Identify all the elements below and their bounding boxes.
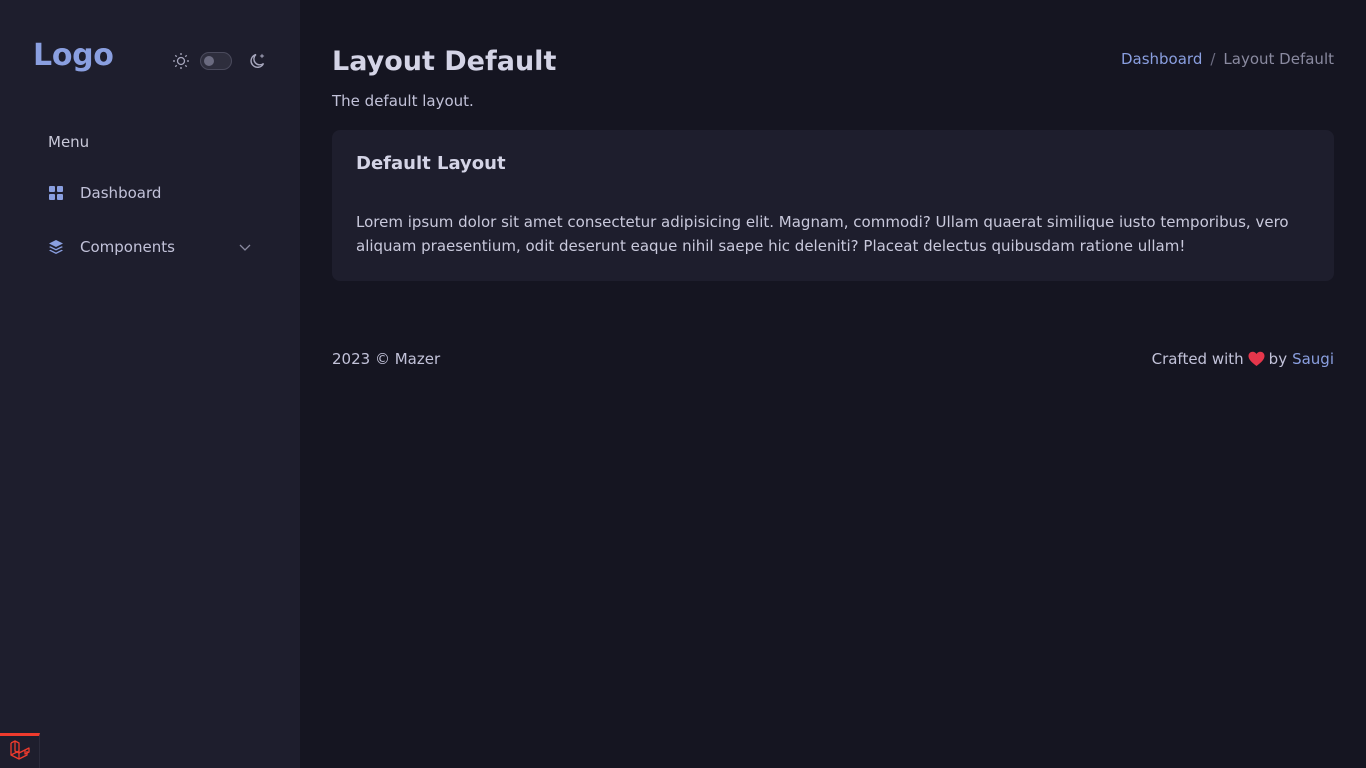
footer-copyright: 2023 © Mazer <box>332 350 441 368</box>
breadcrumb: Dashboard / Layout Default <box>1121 50 1334 68</box>
dark-mode-switch[interactable] <box>200 52 232 70</box>
switch-knob <box>204 56 214 66</box>
page-title: Layout Default <box>332 46 557 77</box>
breadcrumb-link-dashboard[interactable]: Dashboard <box>1121 50 1202 68</box>
chevron-down-icon <box>238 240 252 254</box>
moon-icon <box>248 51 268 71</box>
card-title: Default Layout <box>356 153 506 174</box>
footer-by-text: by <box>1268 350 1288 368</box>
sidebar-item-label: Components <box>80 238 175 256</box>
app-root: Logo Menu Dashboard Components Layout De… <box>0 0 1366 768</box>
grid-icon <box>48 185 64 201</box>
menu-title: Menu <box>48 133 90 151</box>
laravel-icon <box>9 739 31 765</box>
author-link[interactable]: Saugi <box>1292 350 1334 368</box>
sidebar-item-components[interactable]: Components <box>48 238 252 256</box>
theme-toggle <box>171 50 268 72</box>
card-body: Lorem ipsum dolor sit amet consectetur a… <box>356 213 1289 255</box>
heart-icon <box>1248 351 1265 367</box>
stack-icon <box>48 239 64 255</box>
page-subtitle: The default layout. <box>332 92 474 110</box>
footer-crafted-text: Crafted with <box>1151 350 1244 368</box>
sidebar-item-label: Dashboard <box>80 184 162 202</box>
card: Default Layout Lorem ipsum dolor sit ame… <box>332 130 1334 281</box>
logo[interactable]: Logo <box>33 38 114 73</box>
sidebar: Logo Menu Dashboard Components <box>0 0 300 768</box>
breadcrumb-separator: / <box>1210 50 1216 68</box>
sun-icon <box>171 51 191 71</box>
footer-credits: Crafted with by Saugi <box>1152 350 1334 368</box>
sidebar-item-dashboard[interactable]: Dashboard <box>48 184 252 202</box>
laravel-debug-badge[interactable] <box>0 733 40 768</box>
breadcrumb-current: Layout Default <box>1223 50 1334 68</box>
